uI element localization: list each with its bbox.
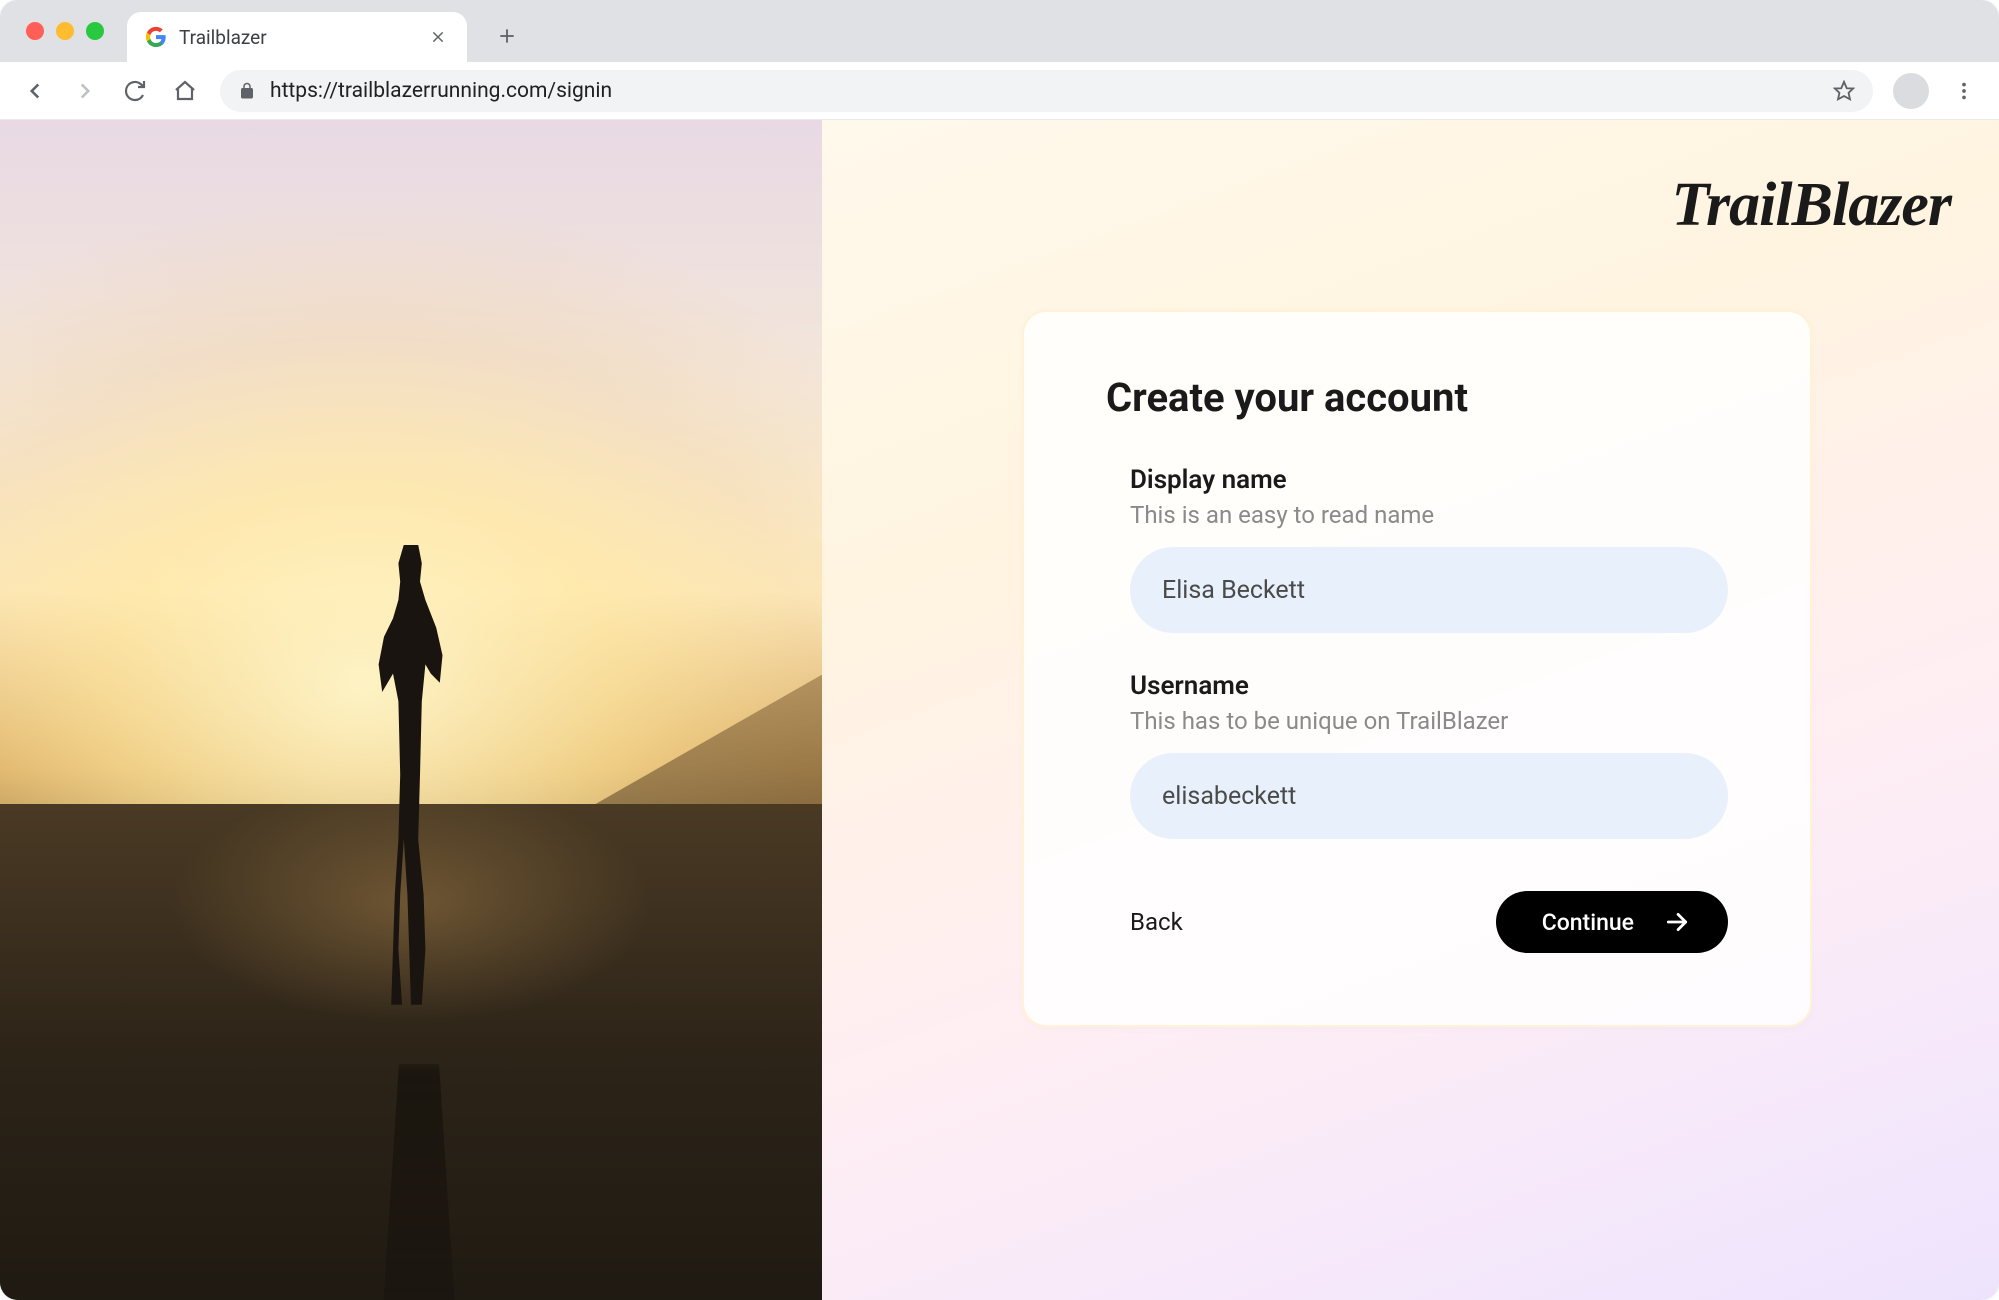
profile-avatar[interactable] (1893, 73, 1929, 109)
reload-button[interactable] (114, 70, 156, 112)
username-helper: This has to be unique on TrailBlazer (1130, 707, 1728, 735)
hero-image (0, 120, 822, 1300)
back-button[interactable]: Back (1130, 908, 1183, 936)
window-minimize-button[interactable] (56, 22, 74, 40)
browser-menu-button[interactable] (1943, 70, 1985, 112)
username-label: Username (1130, 671, 1728, 701)
url-text: https://trailblazerrunning.com/signin (270, 79, 1819, 103)
arrow-right-icon (1664, 909, 1690, 935)
browser-toolbar: https://trailblazerrunning.com/signin (0, 62, 1999, 120)
continue-button[interactable]: Continue (1496, 891, 1728, 953)
address-bar[interactable]: https://trailblazerrunning.com/signin (220, 70, 1873, 112)
page-content: TrailBlazer Create your account Display … (0, 120, 1999, 1300)
card-title: Create your account (1106, 374, 1728, 421)
signup-card: Create your account Display name This is… (1022, 310, 1812, 1027)
tab-title: Trailblazer (179, 26, 415, 49)
browser-tab-bar: Trailblazer (0, 0, 1999, 62)
runner-silhouette (331, 545, 491, 1015)
forward-nav-button[interactable] (64, 70, 106, 112)
window-close-button[interactable] (26, 22, 44, 40)
tab-close-button[interactable] (427, 26, 449, 48)
back-nav-button[interactable] (14, 70, 56, 112)
button-row: Back Continue (1106, 891, 1728, 953)
browser-tab[interactable]: Trailblazer (127, 12, 467, 62)
username-group: Username This has to be unique on TrailB… (1106, 671, 1728, 839)
display-name-input[interactable] (1130, 547, 1728, 633)
brand-logo: TrailBlazer (1671, 170, 1951, 241)
bookmark-star-icon[interactable] (1833, 80, 1855, 102)
signup-panel: TrailBlazer Create your account Display … (822, 120, 1999, 1300)
username-input[interactable] (1130, 753, 1728, 839)
display-name-label: Display name (1130, 465, 1728, 495)
browser-window: Trailblazer (0, 0, 1999, 1300)
display-name-group: Display name This is an easy to read nam… (1106, 465, 1728, 633)
continue-button-label: Continue (1542, 909, 1634, 936)
tab-favicon-icon (145, 26, 167, 48)
home-button[interactable] (164, 70, 206, 112)
window-maximize-button[interactable] (86, 22, 104, 40)
new-tab-button[interactable] (487, 16, 527, 56)
lock-icon (238, 82, 256, 100)
display-name-helper: This is an easy to read name (1130, 501, 1728, 529)
window-controls (26, 22, 104, 40)
